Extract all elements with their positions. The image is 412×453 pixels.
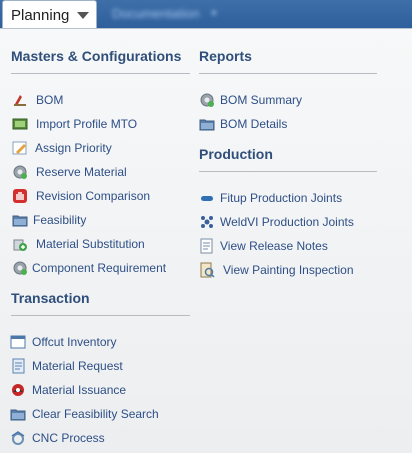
divider: [11, 315, 190, 316]
menu-item-label: Component Requirement: [32, 261, 167, 275]
gear-icon: [199, 92, 215, 108]
menu-item-label: Offcut Inventory: [32, 335, 117, 349]
pipe-icon: [199, 190, 215, 206]
menu-item-label: Feasibility: [33, 213, 87, 227]
menu-item-feasibility[interactable]: Feasibility: [12, 211, 86, 229]
section-title-masters: Masters & Configurations: [11, 48, 182, 64]
menu-item-bom[interactable]: BOM: [12, 91, 63, 109]
gear-icon: [12, 164, 28, 180]
menu-item-label: Material Issuance: [32, 383, 127, 397]
menu-item-import-profile-mto[interactable]: Import Profile MTO: [12, 115, 137, 133]
chevron-down-icon[interactable]: ▼: [209, 8, 218, 18]
inspection-icon: [199, 262, 215, 278]
menu-item-label: Material Substitution: [36, 237, 145, 251]
folder-icon: [10, 406, 26, 422]
import-icon: [12, 116, 28, 132]
menu-item-offcut-inventory[interactable]: Offcut Inventory: [10, 333, 117, 351]
divider: [11, 73, 190, 74]
hand-icon: [12, 188, 28, 204]
divider: [199, 73, 377, 74]
menu-item-label: View Painting Inspection: [223, 263, 354, 277]
notes-icon: [199, 238, 215, 254]
tab-planning[interactable]: Planning: [2, 0, 97, 30]
menu-item-bom-details[interactable]: BOM Details: [199, 115, 287, 133]
menu-item-label: Assign Priority: [35, 141, 112, 155]
menu-item-bom-summary[interactable]: BOM Summary: [199, 91, 302, 109]
menu-item-label: Reserve Material: [36, 165, 127, 179]
menu-item-view-release-notes[interactable]: View Release Notes: [199, 237, 328, 255]
tab-documentation[interactable]: Documentation ▼: [106, 3, 224, 23]
issuance-icon: [10, 382, 26, 398]
chevron-down-icon[interactable]: [77, 12, 90, 19]
pencil-icon: [12, 140, 28, 156]
section-title-transaction: Transaction: [11, 290, 90, 306]
planning-menu-panel: Masters & Configurations BOM Import Prof…: [0, 28, 412, 453]
divider: [199, 171, 377, 172]
bom-icon: [12, 92, 28, 108]
menu-item-label: BOM Summary: [220, 93, 303, 107]
menu-item-label: Fitup Production Joints: [220, 191, 343, 205]
menu-item-label: BOM: [36, 93, 64, 107]
menu-item-material-substitution[interactable]: Material Substitution: [12, 235, 145, 253]
top-nav-bar: Planning Documentation ▼: [0, 0, 412, 30]
menu-item-material-request[interactable]: Material Request: [10, 357, 123, 375]
menu-item-label: Import Profile MTO: [36, 117, 138, 131]
gear-icon: [12, 260, 28, 276]
menu-item-label: Revision Comparison: [36, 189, 151, 203]
menu-item-material-issuance[interactable]: Material Issuance: [10, 381, 126, 399]
menu-item-label: CNC Process: [32, 431, 105, 445]
menu-item-assign-priority[interactable]: Assign Priority: [12, 139, 112, 157]
substitution-icon: [12, 236, 28, 252]
menu-item-cnc-process[interactable]: CNC Process: [10, 429, 105, 447]
menu-item-label: Clear Feasibility Search: [32, 407, 159, 421]
section-title-reports: Reports: [199, 48, 252, 64]
menu-item-label: BOM Details: [220, 117, 288, 131]
menu-item-fitup-production-joints[interactable]: Fitup Production Joints: [199, 189, 342, 207]
menu-item-label: View Release Notes: [220, 239, 328, 253]
tab-documentation-label: Documentation: [112, 5, 200, 21]
section-title-production: Production: [199, 146, 273, 162]
window-icon: [10, 334, 26, 350]
menu-item-label: WeldVI Production Joints: [220, 215, 354, 229]
tab-planning-label: Planning: [11, 7, 70, 24]
weld-icon: [199, 214, 215, 230]
menu-item-component-requirement[interactable]: Component Requirement: [12, 259, 166, 277]
menu-item-label: Material Request: [32, 359, 123, 373]
menu-item-reserve-material[interactable]: Reserve Material: [12, 163, 127, 181]
menu-item-clear-feasibility-search[interactable]: Clear Feasibility Search: [10, 405, 159, 423]
document-icon: [10, 358, 26, 374]
menu-item-weldvi-production-joints[interactable]: WeldVI Production Joints: [199, 213, 354, 231]
process-icon: [10, 430, 26, 446]
folder-icon: [199, 116, 215, 132]
menu-item-revision-comparison[interactable]: Revision Comparison: [12, 187, 150, 205]
folder-icon: [12, 212, 28, 228]
menu-item-view-painting-inspection[interactable]: View Painting Inspection: [199, 261, 354, 279]
